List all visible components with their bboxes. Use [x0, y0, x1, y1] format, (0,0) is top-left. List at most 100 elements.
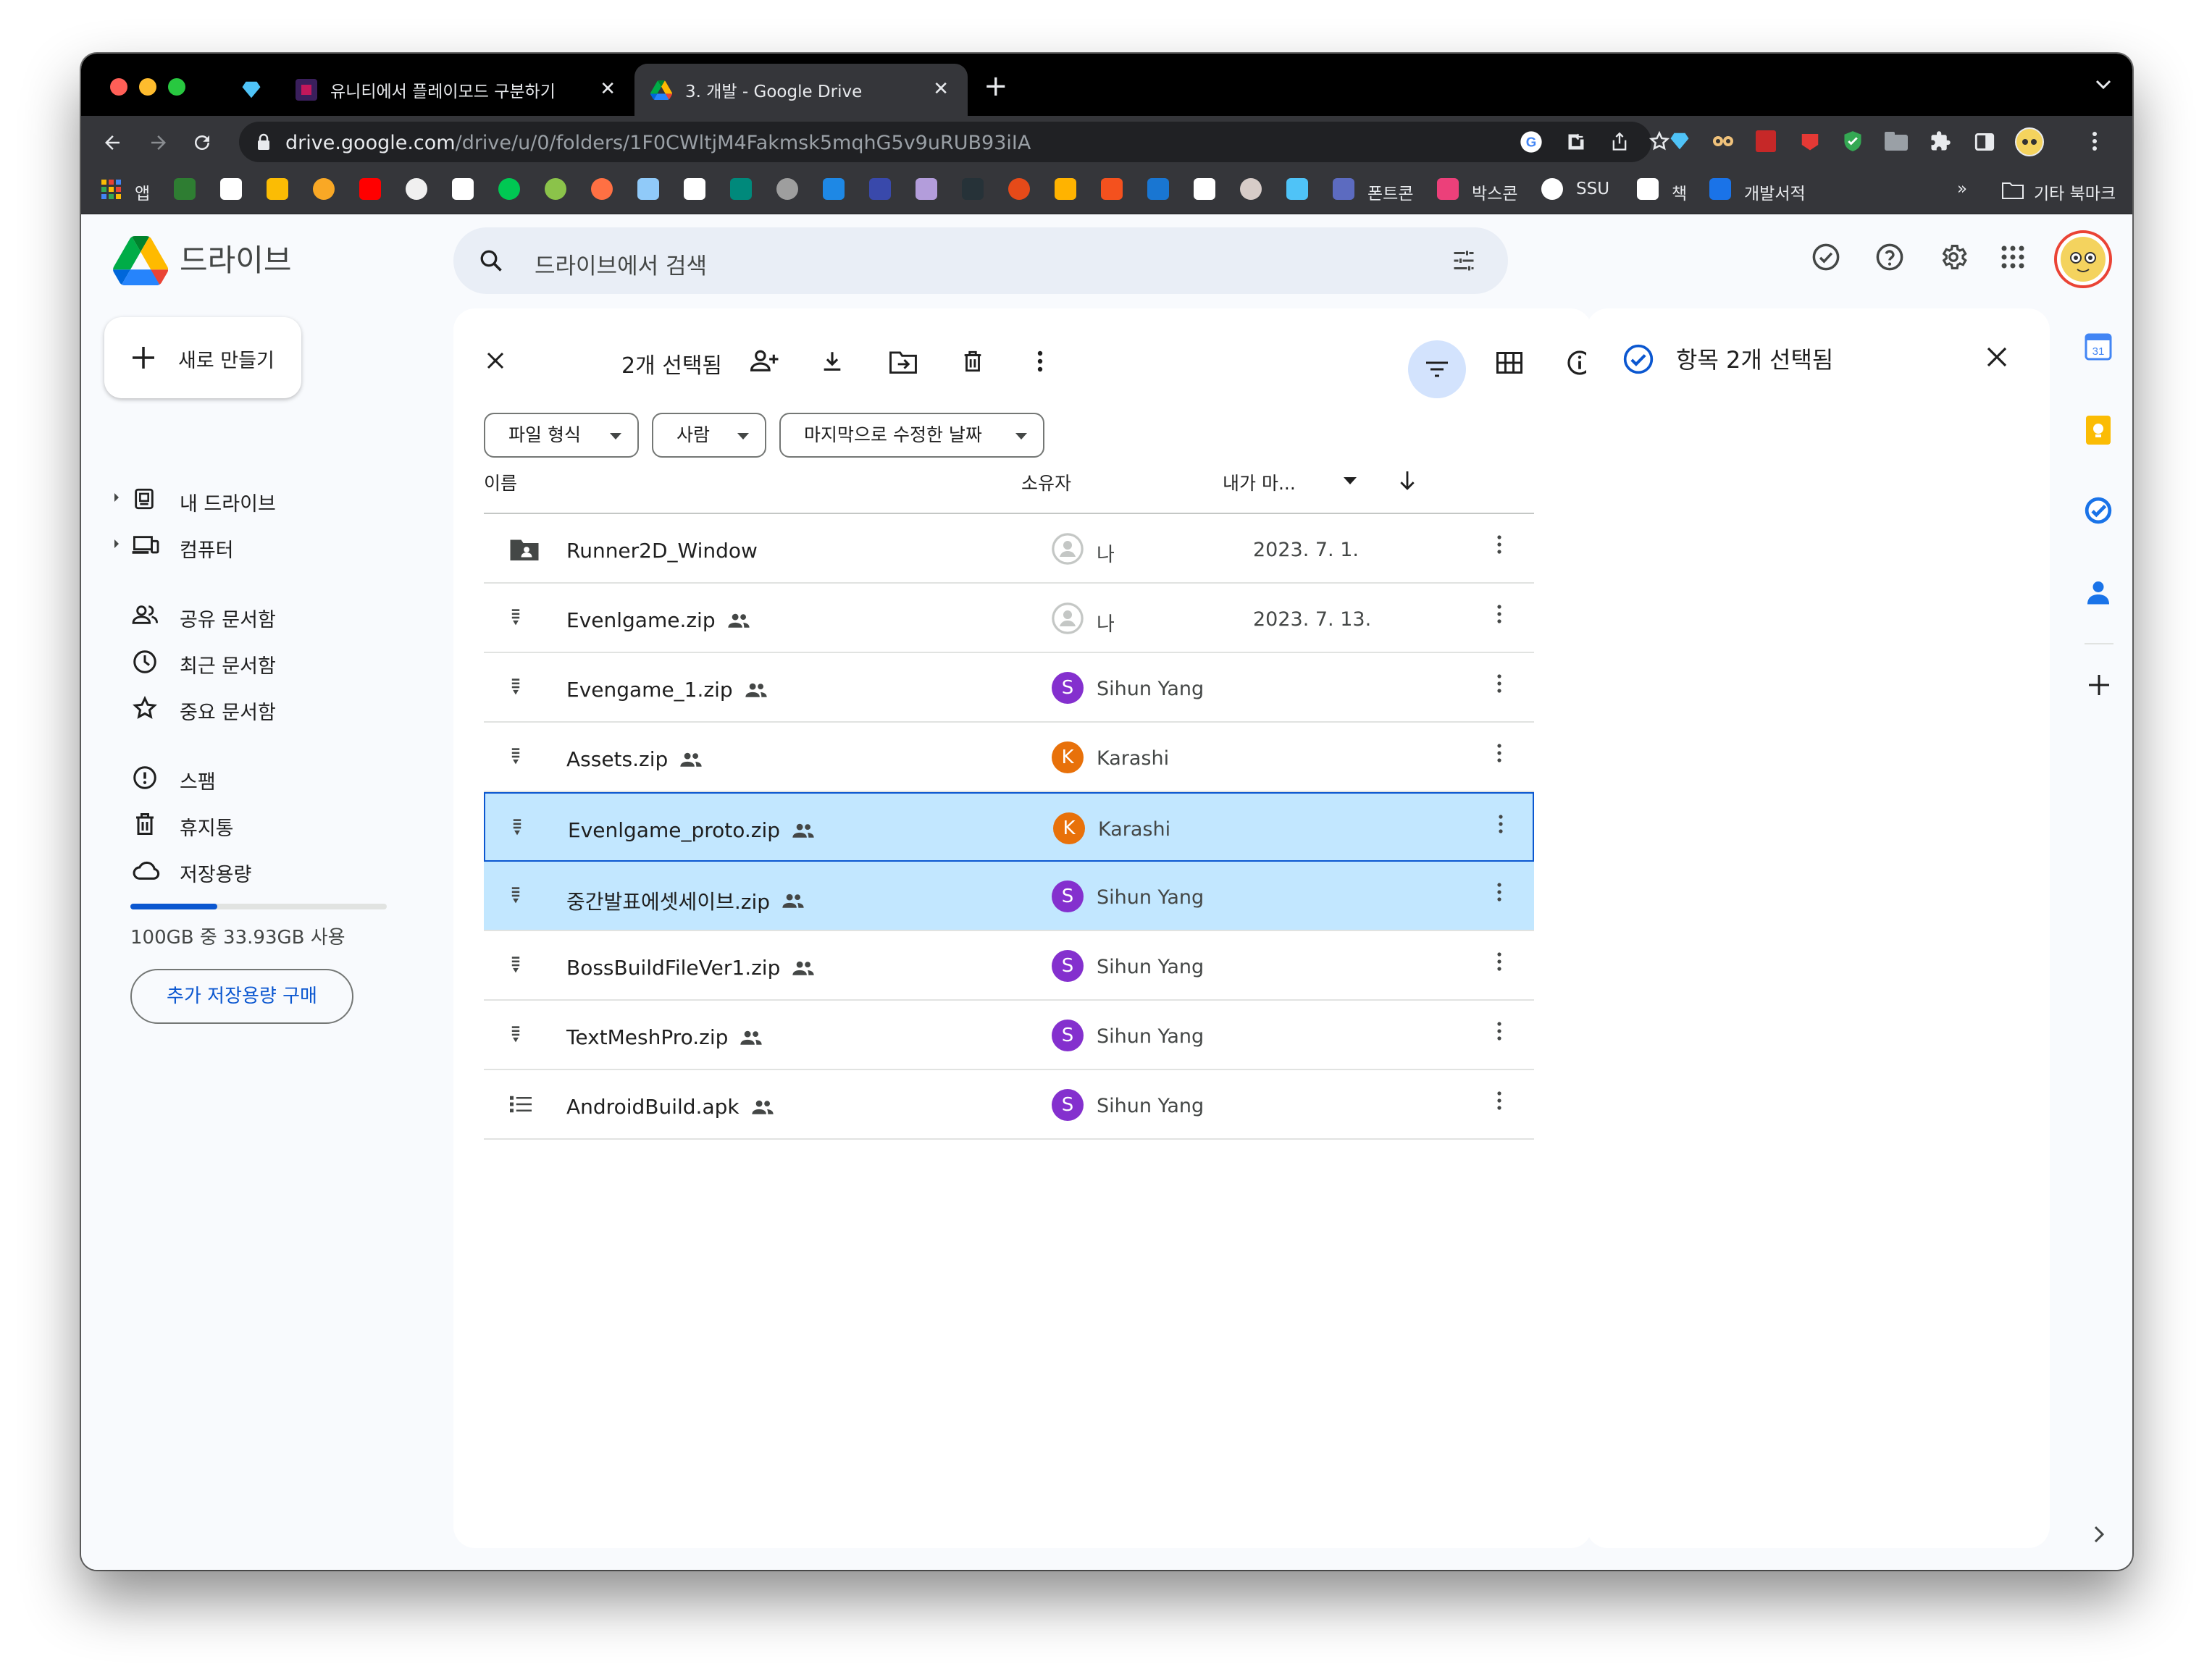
- bookmark-icon[interactable]: [962, 178, 984, 200]
- bookmark-boxcon[interactable]: 박스콘: [1472, 180, 1517, 204]
- file-row[interactable]: AndroidBuild.apk S Sihun Yang: [484, 1070, 1534, 1140]
- row-more-actions-icon[interactable]: [1498, 814, 1504, 834]
- address-bar[interactable]: drive.google.com/drive/u/0/folders/1F0CW…: [239, 122, 1670, 162]
- sort-direction-arrow-icon[interactable]: [1398, 469, 1417, 492]
- profile-avatar[interactable]: [2015, 127, 2044, 156]
- bookmark-icon[interactable]: [730, 178, 752, 200]
- share-icon[interactable]: [1609, 132, 1630, 152]
- column-header-owner[interactable]: 소유자: [1021, 469, 1071, 495]
- column-header-name[interactable]: 이름: [484, 469, 517, 495]
- column-dropdown-arrow-icon[interactable]: [1343, 476, 1357, 485]
- bookmark-other-folder[interactable]: 기타 북마크: [2034, 180, 2116, 204]
- browser-menu-icon[interactable]: [2092, 130, 2098, 152]
- bookmark-apps[interactable]: 앱: [135, 180, 150, 204]
- tab-google-drive[interactable]: 3. 개발 - Google Drive ✕: [634, 64, 968, 116]
- nav-shared-with-me[interactable]: 공유 문서함: [110, 594, 385, 634]
- expand-arrow-icon[interactable]: [113, 492, 120, 503]
- bookmark-icon[interactable]: [916, 178, 937, 200]
- more-actions-icon[interactable]: [1037, 350, 1043, 372]
- file-row[interactable]: 중간발표에셋세이브.zip S Sihun Yang: [484, 862, 1534, 931]
- filter-chip-modified[interactable]: 마지막으로 수정한 날짜: [779, 413, 1044, 458]
- clear-selection-close-icon[interactable]: [485, 350, 506, 371]
- search-input[interactable]: 드라이브에서 검색: [535, 248, 707, 280]
- bookmark-link-icon[interactable]: [313, 178, 335, 200]
- extension-book-icon[interactable]: [1756, 130, 1776, 152]
- add-addon-plus-icon[interactable]: [2087, 673, 2111, 697]
- bookmarks-overflow-button[interactable]: »: [1957, 180, 1967, 198]
- bookmark-icon[interactable]: [1286, 178, 1308, 200]
- bookmark-icon[interactable]: [637, 178, 659, 200]
- bookmark-book-icon[interactable]: [1637, 178, 1659, 200]
- file-row[interactable]: Runner2D_Window 나 2023. 7. 1.: [484, 514, 1534, 584]
- bookmark-ssu-icon[interactable]: [1541, 178, 1563, 200]
- bookmark-icon[interactable]: [498, 178, 520, 200]
- keep-icon[interactable]: [2086, 416, 2111, 445]
- bookmark-doc-icon[interactable]: [684, 178, 705, 200]
- extension-folder-icon[interactable]: [1885, 132, 1908, 151]
- bookmark-icon[interactable]: [823, 178, 845, 200]
- bookmark-icon[interactable]: [1240, 178, 1262, 200]
- file-row[interactable]: Evenlgame_proto.zip K Karashi: [484, 792, 1534, 862]
- close-tab-icon[interactable]: ✕: [600, 80, 616, 98]
- nav-spam[interactable]: 스팸: [110, 756, 385, 797]
- bookmark-fontcon[interactable]: 폰트콘: [1367, 180, 1413, 204]
- contacts-icon[interactable]: [2087, 579, 2109, 605]
- calendar-icon[interactable]: 31: [2085, 333, 2112, 361]
- filter-toggle-button[interactable]: [1408, 340, 1466, 398]
- download-icon[interactable]: [820, 349, 845, 374]
- help-icon[interactable]: [1874, 242, 1905, 272]
- back-icon[interactable]: [101, 132, 123, 154]
- bookmark-youtube-icon[interactable]: [359, 178, 381, 200]
- extensions-puzzle-icon[interactable]: [1930, 130, 1951, 152]
- apps-grid-icon[interactable]: [101, 180, 122, 200]
- install-app-icon[interactable]: [1566, 132, 1586, 152]
- side-panel-icon[interactable]: [1974, 132, 1995, 152]
- search-icon[interactable]: [478, 248, 504, 274]
- nav-trash[interactable]: 휴지통: [110, 802, 385, 843]
- file-row[interactable]: TextMeshPro.zip S Sihun Yang: [484, 1001, 1534, 1070]
- file-row[interactable]: Assets.zip K Karashi: [484, 723, 1534, 792]
- bookmark-codepen-icon[interactable]: [452, 178, 474, 200]
- row-more-actions-icon[interactable]: [1496, 1021, 1502, 1041]
- expand-arrow-icon[interactable]: [113, 539, 120, 549]
- row-more-actions-icon[interactable]: [1496, 604, 1502, 624]
- collapse-panel-chevron-icon[interactable]: [2093, 1525, 2105, 1544]
- bookmark-icon[interactable]: [1055, 178, 1076, 200]
- close-details-icon[interactable]: [1986, 346, 2008, 368]
- file-row[interactable]: Evenlgame.zip 나 2023. 7. 13.: [484, 584, 1534, 653]
- nav-my-drive[interactable]: 내 드라이브: [110, 478, 385, 518]
- nav-storage[interactable]: 저장용량: [110, 849, 385, 889]
- bookmark-ssu[interactable]: SSU: [1576, 180, 1609, 198]
- bookmark-github-icon[interactable]: [406, 178, 427, 200]
- new-tab-icon[interactable]: +: [984, 72, 1008, 101]
- delete-trash-icon[interactable]: [960, 349, 985, 374]
- maximize-window-button[interactable]: [168, 78, 185, 96]
- bookmark-code-icon[interactable]: [869, 178, 891, 200]
- file-row[interactable]: Evengame_1.zip S Sihun Yang: [484, 653, 1534, 723]
- bookmark-bing-icon[interactable]: [1147, 178, 1169, 200]
- bookmark-icon[interactable]: [1008, 178, 1030, 200]
- extension-shield-icon[interactable]: [1843, 130, 1863, 152]
- new-button[interactable]: 새로 만들기: [104, 317, 301, 398]
- bookmark-icon[interactable]: [545, 178, 566, 200]
- drive-logo-text[interactable]: 드라이브: [180, 236, 292, 280]
- minimize-window-button[interactable]: [139, 78, 156, 96]
- file-row[interactable]: BossBuildFileVer1.zip S Sihun Yang: [484, 931, 1534, 1001]
- bookmark-icon[interactable]: [1101, 178, 1123, 200]
- bookmark-flag-icon[interactable]: [1333, 178, 1354, 200]
- move-to-folder-icon[interactable]: [889, 350, 917, 374]
- extension-glasses-icon[interactable]: [1712, 132, 1734, 151]
- bookmark-boxcon-icon[interactable]: [1437, 178, 1459, 200]
- bookmark-devbooks-icon[interactable]: [1709, 178, 1731, 200]
- bookmark-devbooks[interactable]: 개발서적: [1744, 180, 1806, 204]
- bookmark-icon[interactable]: [591, 178, 613, 200]
- google-apps-icon[interactable]: [2001, 245, 2025, 269]
- tab-unity-playmode[interactable]: 유니티에서 플레이모드 구분하기 ✕: [280, 64, 634, 116]
- tab-search-chevron-icon[interactable]: [2095, 78, 2112, 90]
- bookmark-apple-icon[interactable]: [776, 178, 798, 200]
- forward-icon[interactable]: [148, 132, 169, 154]
- bookmark-drive-icon[interactable]: [267, 178, 288, 200]
- share-add-person-icon[interactable]: [750, 349, 779, 374]
- row-more-actions-icon[interactable]: [1496, 882, 1502, 902]
- row-more-actions-icon[interactable]: [1496, 534, 1502, 555]
